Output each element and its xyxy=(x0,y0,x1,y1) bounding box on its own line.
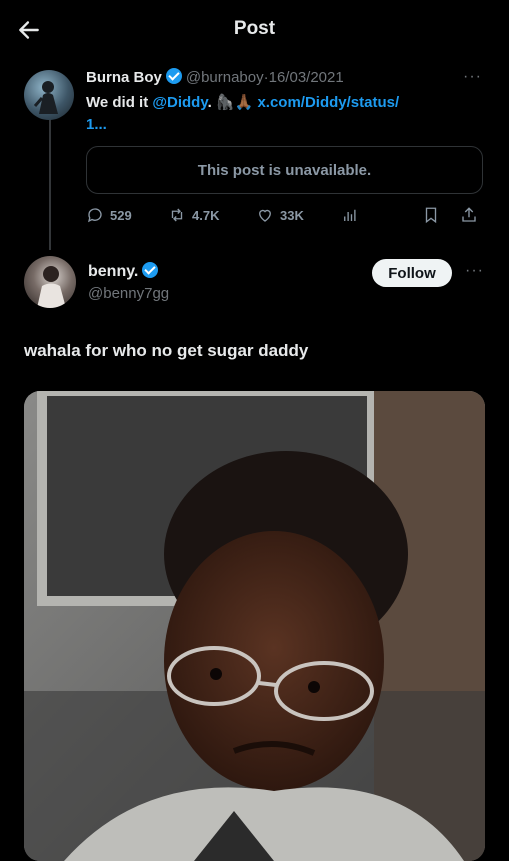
display-name[interactable]: benny. xyxy=(88,262,162,281)
timestamp[interactable]: 16/03/2021 xyxy=(269,69,344,86)
more-options-icon[interactable]: ··· xyxy=(465,262,484,280)
verified-badge-icon xyxy=(142,262,159,278)
repost-icon xyxy=(171,208,183,222)
top-bar: Post xyxy=(0,0,509,58)
unavailable-post-card: This post is unavailable. xyxy=(86,146,483,194)
more-options-icon[interactable]: ··· xyxy=(463,68,482,86)
avatar-figure-icon xyxy=(37,266,66,308)
reply-button[interactable]: 529 xyxy=(86,206,132,224)
status-link[interactable]: x.com/Diddy/status/ xyxy=(257,94,399,111)
follow-button[interactable]: Follow xyxy=(372,259,452,287)
quoted-tweet-header: Burna Boy @burnaboy·16/03/2021 xyxy=(86,68,344,86)
meme-photo xyxy=(24,391,485,861)
emoji-text: 🦍🙏🏾 xyxy=(215,94,254,111)
post-text: wahala for who no get sugar daddy xyxy=(24,341,309,360)
repost-button[interactable]: 4.7K xyxy=(168,206,219,224)
share-button[interactable] xyxy=(460,206,478,224)
bookmark-button[interactable] xyxy=(422,206,440,224)
reply-icon xyxy=(88,208,102,223)
like-count: 33K xyxy=(280,207,304,223)
repost-count: 4.7K xyxy=(192,207,220,223)
handle[interactable]: @burnaboy xyxy=(186,69,264,86)
page-title: Post xyxy=(233,18,276,39)
tweet-text-suffix: . xyxy=(207,94,216,111)
display-name[interactable]: Burna Boy xyxy=(86,69,162,86)
status-link-continued[interactable]: 1... xyxy=(86,116,107,133)
avatar-figure-icon xyxy=(33,81,58,114)
quoted-tweet-text: We did it @Diddy. 🦍🙏🏾 x.com/Diddy/status… xyxy=(86,92,486,136)
avatar[interactable] xyxy=(24,70,74,120)
like-button[interactable]: 33K xyxy=(256,206,304,224)
avatar[interactable] xyxy=(24,256,76,308)
handle[interactable]: @benny7gg xyxy=(88,285,169,302)
verified-badge-icon xyxy=(165,68,182,84)
views-button[interactable] xyxy=(341,206,359,224)
heart-icon xyxy=(259,209,271,222)
post-image[interactable] xyxy=(24,391,485,861)
thread-line xyxy=(49,108,51,250)
action-bar: 529 4.7K 33K xyxy=(86,202,486,230)
display-name-text: benny. xyxy=(88,263,139,280)
mention-link[interactable]: @Diddy xyxy=(152,94,207,111)
reply-count: 529 xyxy=(110,207,132,223)
tweet-text-prefix: We did it xyxy=(86,94,153,111)
bookmark-icon xyxy=(425,207,437,224)
views-icon xyxy=(344,209,356,221)
share-icon xyxy=(462,207,476,222)
